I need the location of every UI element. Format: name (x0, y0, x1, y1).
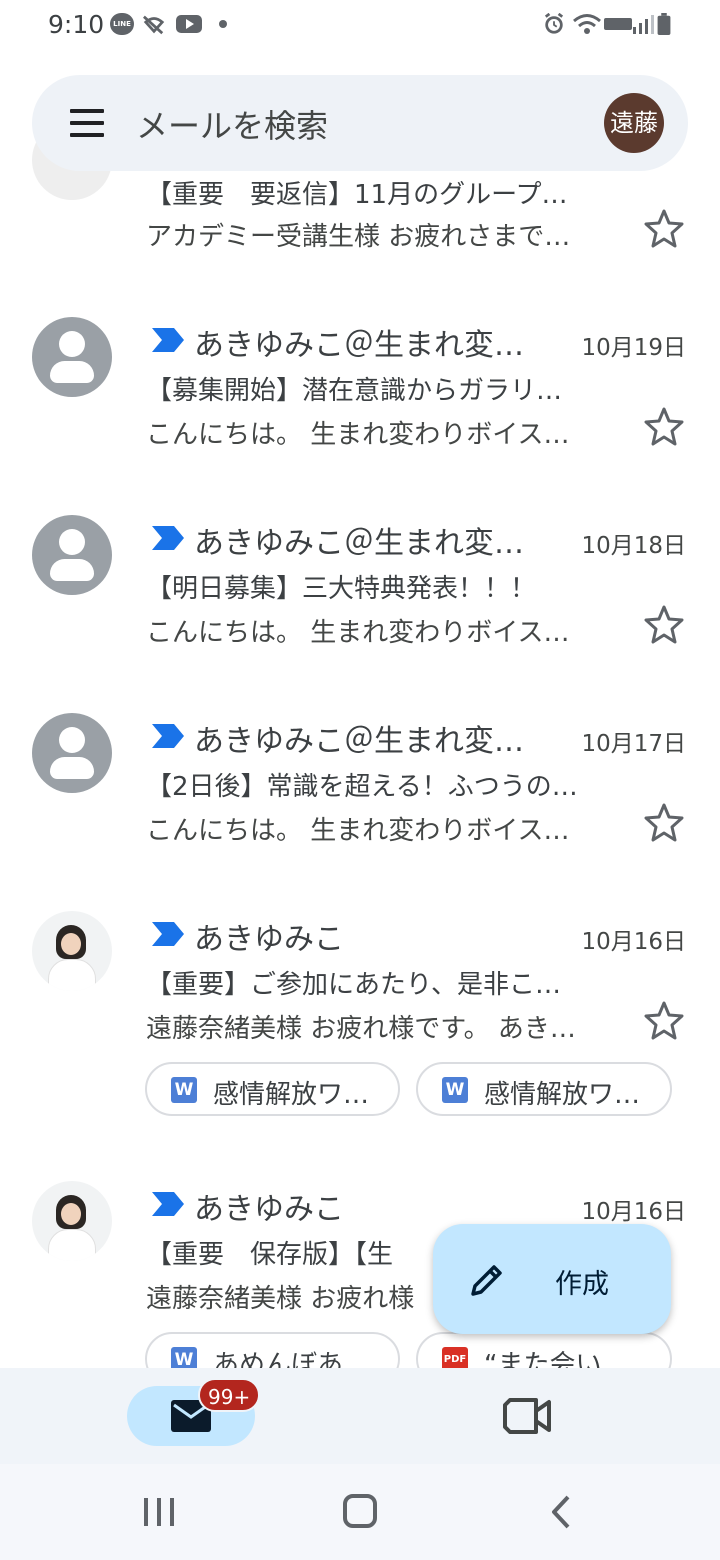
search-input[interactable]: メールを検索 (136, 101, 328, 147)
attachment-chip[interactable]: W 感情解放ワ… (416, 1062, 672, 1116)
word-file-icon: W (171, 1347, 197, 1368)
sender-avatar-placeholder (32, 317, 112, 397)
sender-avatar-placeholder (32, 515, 112, 595)
email-snippet: こんにちは。 生まれ変わりボイス… (146, 816, 570, 846)
attachment-chip[interactable]: PDF “また会い… (416, 1332, 672, 1368)
email-sender: あきゆみこ (194, 922, 344, 957)
email-sender: あきゆみこ＠生まれ変… (194, 724, 524, 759)
compose-label: 作成 (555, 1269, 609, 1300)
email-sender: あきゆみこ (194, 1192, 344, 1227)
star-icon[interactable] (644, 1000, 684, 1040)
sender-photo-avatar (32, 911, 112, 991)
email-subject: 【募集開始】潜在意識からガラリ… (146, 376, 563, 406)
sender-avatar-placeholder (32, 713, 112, 793)
account-avatar[interactable]: 遠藤 (604, 93, 664, 153)
unread-count-badge: 99+ (198, 1378, 261, 1412)
star-icon[interactable] (644, 208, 684, 248)
email-subject: 【2日後】常識を超える！ふつうの… (146, 772, 578, 802)
email-date: 10月17日 (581, 731, 686, 757)
email-snippet: 遠藤奈緒美様 お疲れ様です。 あき… (146, 1014, 576, 1044)
attachment-name: 感情解放ワ… (213, 1080, 370, 1110)
search-bar[interactable]: メールを検索 遠藤 (32, 75, 688, 171)
hamburger-menu-icon[interactable] (68, 109, 108, 137)
email-snippet: こんにちは。 生まれ変わりボイス… (146, 420, 570, 450)
bottom-navigation: 99+ (0, 1368, 720, 1464)
sender-photo-avatar (32, 1181, 112, 1261)
important-marker-icon[interactable] (152, 526, 184, 550)
attachment-name: “また会い… (484, 1350, 628, 1368)
compose-button[interactable]: 作成 (433, 1224, 671, 1334)
email-snippet: こんにちは。 生まれ変わりボイス… (146, 618, 570, 648)
email-row[interactable]: あきゆみこ＠生まれ変… 10月18日 【明日募集】三大特典発表！！！ こんにちは… (0, 498, 720, 678)
meet-video-icon[interactable] (500, 1394, 556, 1438)
star-icon[interactable] (644, 406, 684, 446)
email-sender: あきゆみこ＠生まれ変… (194, 328, 524, 363)
email-subject: 【重要 要返信】11月のグループ… (146, 180, 568, 210)
important-marker-icon[interactable] (152, 1192, 184, 1216)
email-subject: 【明日募集】三大特典発表！！！ (146, 574, 537, 604)
important-marker-icon[interactable] (152, 724, 184, 748)
recent-apps-icon[interactable] (142, 1496, 176, 1528)
pencil-icon (471, 1265, 502, 1296)
mail-list: 【重要 要返信】11月のグループ… アカデミー受講生様 お疲れさまで… あきゆみ… (0, 0, 720, 1368)
attachment-chip[interactable]: W あめんぼあ… (145, 1332, 400, 1368)
email-row[interactable]: あきゆみこ＠生まれ変… 10月19日 【募集開始】潜在意識からガラリ… こんにち… (0, 300, 720, 480)
email-snippet: アカデミー受講生様 お疲れさまで… (146, 222, 571, 252)
pdf-file-icon: PDF (442, 1347, 468, 1368)
word-file-icon: W (442, 1077, 468, 1103)
email-date: 10月19日 (581, 335, 686, 361)
back-icon[interactable] (546, 1494, 576, 1530)
attachment-name: 感情解放ワ… (484, 1080, 641, 1110)
important-marker-icon[interactable] (152, 328, 184, 352)
email-row[interactable]: あきゆみこ 10月16日 【重要】ご参加にあたり、是非こ… 遠藤奈緒美様 お疲れ… (0, 894, 720, 1144)
word-file-icon: W (171, 1077, 197, 1103)
star-icon[interactable] (644, 604, 684, 644)
system-navigation-bar (0, 1464, 720, 1560)
email-date: 10月18日 (581, 533, 686, 559)
email-row[interactable]: あきゆみこ＠生まれ変… 10月17日 【2日後】常識を超える！ふつうの… こんに… (0, 696, 720, 876)
email-date: 10月16日 (581, 1199, 686, 1225)
star-icon[interactable] (644, 802, 684, 842)
attachment-chip[interactable]: W 感情解放ワ… (145, 1062, 400, 1116)
home-icon[interactable] (343, 1494, 377, 1528)
email-date: 10月16日 (581, 929, 686, 955)
email-sender: あきゆみこ＠生まれ変… (194, 526, 524, 561)
attachment-name: あめんぼあ… (213, 1350, 370, 1368)
email-subject: 【重要】ご参加にあたり、是非こ… (146, 970, 561, 1000)
important-marker-icon[interactable] (152, 922, 184, 946)
